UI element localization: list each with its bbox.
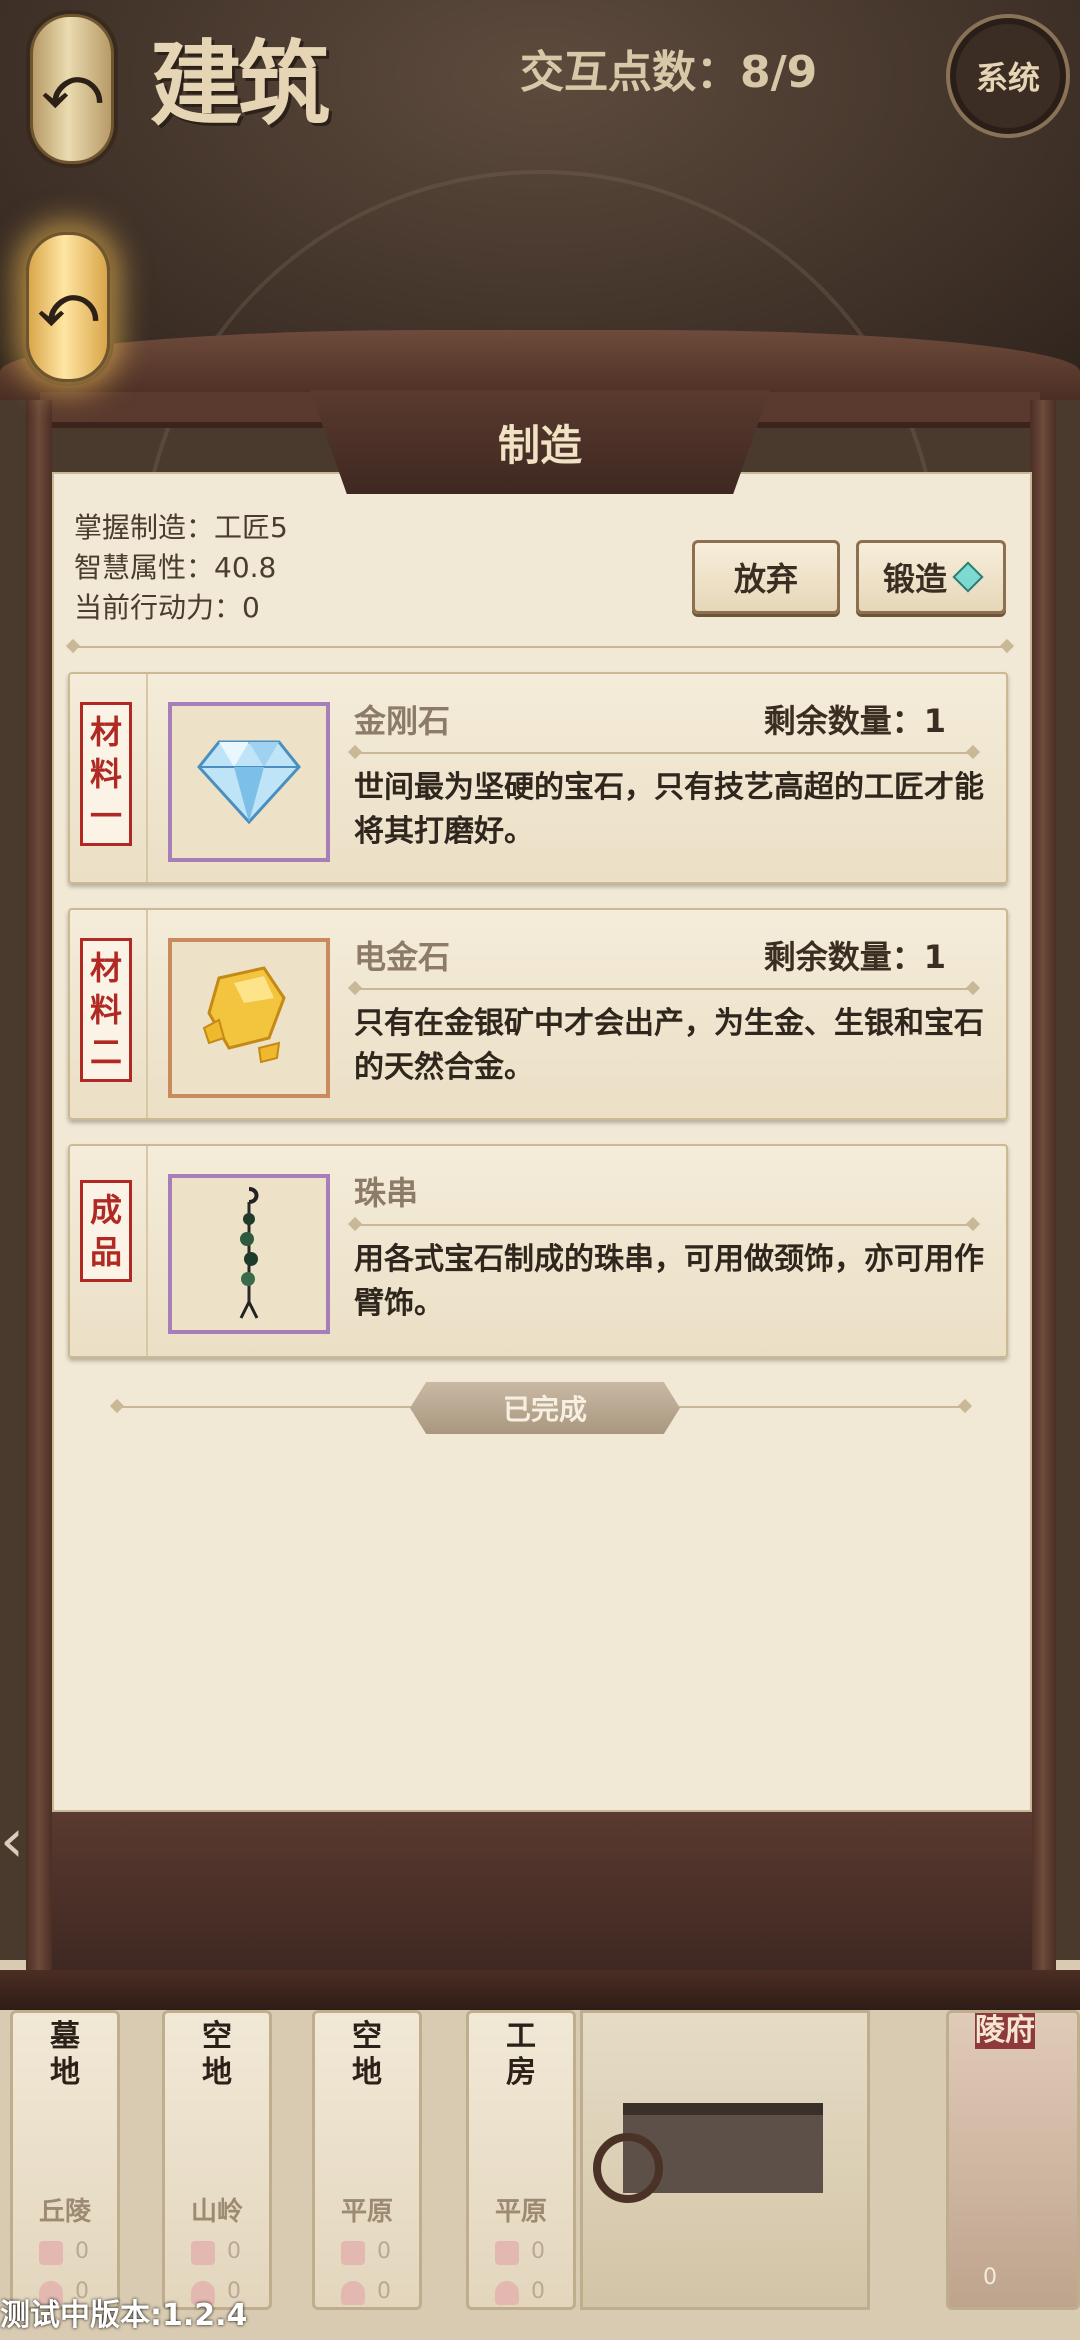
tile-name: 墓地 [50, 2019, 80, 2090]
water-wheel-icon [593, 2133, 663, 2203]
tile-count: 0 [531, 2239, 545, 2264]
chevron-left-icon[interactable]: ‹ [0, 1806, 28, 1876]
bead-string-icon [239, 1187, 259, 1319]
product-card[interactable]: 成 品 珠串 用各式宝石制成的珠串，可用做颈饰，亦可用作臂饰。 [68, 1144, 1008, 1358]
tile-terrain: 丘陵 [38, 2197, 91, 2227]
tag-char: 品 [89, 1233, 122, 1271]
tile-count: 0 [377, 2239, 391, 2264]
item-description: 只有在金银矿中才会出产，为生金、生银和宝石的天然合金。 [354, 1006, 984, 1085]
forge-button[interactable]: 锻造 [856, 540, 1006, 614]
abandon-button[interactable]: 放弃 [692, 540, 840, 614]
page-logo: 建筑 [150, 30, 330, 138]
tag-char: 材 [89, 713, 122, 751]
close-panel-button[interactable]: ⤺ [26, 232, 110, 382]
panel-title: 制造 [497, 420, 582, 470]
tile-terrain: 平原 [494, 2197, 547, 2227]
workshop-scene[interactable] [580, 2010, 870, 2310]
frame-base [0, 1970, 1080, 2010]
map-tile[interactable]: 工房 平原 0 0 [466, 2010, 576, 2310]
back-arrow-icon: ⤺ [42, 56, 102, 121]
tile-terrain: 山岭 [190, 2197, 243, 2227]
flag-icon [191, 2241, 215, 2265]
tile-count: 0 [227, 2239, 241, 2264]
abandon-label: 放弃 [733, 560, 798, 598]
forge-label: 锻造 [882, 560, 947, 598]
flag-icon [39, 2241, 63, 2265]
action-points-counter: 交互点数：8/9 [520, 47, 818, 98]
version-label: 测试中版本:1.2.4 [0, 2298, 248, 2333]
map-tile[interactable]: 陵府 0 [946, 2010, 1080, 2310]
gate-post-left [26, 400, 52, 1980]
stats-divider [72, 646, 1008, 648]
person-icon [341, 2281, 365, 2305]
material-tag: 材 料 二 [80, 938, 132, 1082]
card-separator [146, 1146, 148, 1356]
tile-name: 工房 [506, 2019, 536, 2090]
tag-char: 料 [89, 755, 122, 793]
tile-name: 空地 [352, 2019, 382, 2090]
tile-terrain: 平原 [340, 2197, 393, 2227]
panel-title-plaque: 制造 [310, 390, 770, 494]
product-tag: 成 品 [80, 1180, 132, 1282]
system-button[interactable]: 系统 [946, 14, 1070, 138]
tile-count: 0 [75, 2239, 89, 2264]
back-button[interactable]: ⤺ [30, 14, 114, 164]
gem-icon [952, 561, 984, 593]
card-divider [354, 752, 974, 754]
map-tile[interactable]: 墓地 丘陵 0 0 [10, 2010, 120, 2310]
gate-post-right [1030, 400, 1056, 1980]
card-separator [146, 674, 148, 882]
card-divider [354, 1224, 974, 1226]
map-tile[interactable]: 空地 平原 0 0 [312, 2010, 422, 2310]
diamond-icon [197, 740, 301, 825]
panel-footer [52, 1812, 1032, 1972]
item-description: 用各式宝石制成的珠串，可用做颈饰，亦可用作臂饰。 [354, 1242, 984, 1321]
card-divider [354, 988, 974, 990]
card-separator [146, 910, 148, 1118]
item-name: 金刚石 [354, 702, 451, 740]
tile-count: 0 [377, 2279, 391, 2304]
tag-char: 一 [89, 797, 122, 835]
item-slot[interactable] [168, 702, 330, 862]
tag-char: 二 [89, 1033, 122, 1071]
tag-char: 料 [89, 991, 122, 1029]
craft-stats: 掌握制造：工匠5 智慧属性：40.8 当前行动力：0 [74, 508, 288, 628]
status-label: 已完成 [502, 1393, 587, 1426]
material-tag: 材 料 一 [80, 702, 132, 846]
material-card-1[interactable]: 材 料 一 金刚石 剩余数量：1 世间最为坚硬的宝石，只有技艺高超的工匠才能将其… [68, 672, 1008, 884]
tag-char: 材 [89, 949, 122, 987]
item-name: 珠串 [354, 1174, 419, 1212]
tile-count: 0 [983, 2265, 997, 2290]
person-icon [495, 2281, 519, 2305]
flag-icon [495, 2241, 519, 2265]
completed-status-badge: 已完成 [410, 1382, 680, 1434]
item-quantity: 剩余数量：1 [763, 702, 946, 740]
flag-icon [341, 2241, 365, 2265]
item-slot[interactable] [168, 1174, 330, 1334]
tag-char: 成 [89, 1191, 122, 1229]
tile-name: 陵府 [975, 2013, 1035, 2049]
item-description: 世间最为坚硬的宝石，只有技艺高超的工匠才能将其打磨好。 [354, 770, 984, 849]
item-quantity: 剩余数量：1 [763, 938, 946, 976]
item-slot[interactable] [168, 938, 330, 1098]
gate-beam [0, 330, 1080, 400]
stat-skill: 掌握制造：工匠5 [74, 511, 288, 544]
material-card-2[interactable]: 材 料 二 电金石 剩余数量：1 只有在金银矿中才会出产，为生金、生银和宝石的天… [68, 908, 1008, 1120]
map-tile[interactable]: 空地 山岭 0 0 [162, 2010, 272, 2310]
tile-count: 0 [531, 2279, 545, 2304]
stat-action-power: 当前行动力：0 [74, 591, 260, 624]
stat-wisdom: 智慧属性：40.8 [74, 551, 277, 584]
item-name: 电金石 [354, 938, 451, 976]
electrum-icon [202, 966, 286, 1064]
tile-name: 空地 [202, 2019, 232, 2090]
back-arrow-icon: ⤺ [38, 274, 98, 339]
